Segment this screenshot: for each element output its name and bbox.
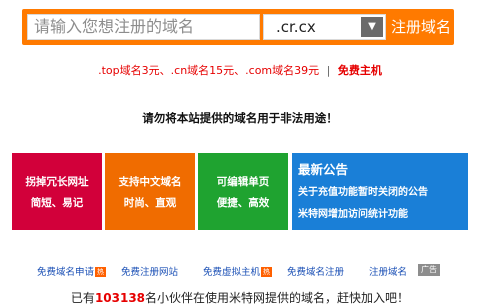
chevron-down-icon[interactable]: ▼ <box>361 17 383 37</box>
link-free-site-register[interactable]: 免费注册网站 <box>121 264 178 278</box>
tile-title: 支持中文域名 <box>118 176 182 188</box>
link-register-domain[interactable]: 注册域名 <box>369 264 407 278</box>
register-domain-button[interactable]: 注册域名 <box>388 9 454 45</box>
tile-subtitle: 便捷、高效 <box>216 197 270 209</box>
news-panel: 最新公告 关于充值功能暂时关闭的公告 米特网增加访问统计功能 <box>292 153 468 230</box>
user-count-line: 已有103138名小伙伴在使用米特网提供的域名，赶快加入吧！ <box>0 289 480 306</box>
link-free-virtual-host[interactable]: 免费虚拟主机热 <box>203 264 273 278</box>
promo-prices-link[interactable]: .top域名3元、.cn域名15元、.com域名39元 <box>98 64 319 77</box>
domain-search-input[interactable]: 请输入您想注册的域名 <box>27 14 260 40</box>
hot-badge-icon: 热 <box>95 267 107 277</box>
ad-badge: 广告 <box>418 264 440 276</box>
promo-line: .top域名3元、.cn域名15元、.com域名39元 | 免费主机 <box>0 62 480 78</box>
hot-badge-icon: 热 <box>261 267 273 277</box>
tile-title: 拐掉冗长网址 <box>25 176 89 188</box>
tile-subtitle: 简短、易记 <box>30 197 84 209</box>
link-free-domain-apply[interactable]: 免费域名申请热 <box>37 264 107 278</box>
footer-links: 免费域名申请热 免费注册网站 免费虚拟主机热 免费域名注册 注册域名 广告 <box>0 264 480 278</box>
feature-tile-chinese-domain[interactable]: 支持中文域名 时尚、直观 <box>105 153 195 230</box>
free-host-link[interactable]: 免费主机 <box>338 64 382 77</box>
news-item[interactable]: 关于充值功能暂时关闭的公告 <box>298 183 428 198</box>
count-suffix: 名小伙伴在使用米特网提供的域名，赶快加入吧！ <box>145 291 410 305</box>
promo-separator: | <box>326 64 331 77</box>
tile-title: 可编辑单页 <box>216 176 270 188</box>
link-free-domain-register[interactable]: 免费域名注册 <box>287 264 344 278</box>
count-prefix: 已有 <box>70 291 95 305</box>
feature-tile-single-page[interactable]: 可编辑单页 便捷、高效 <box>198 153 288 230</box>
news-item[interactable]: 米特网增加访问统计功能 <box>298 205 408 220</box>
news-title: 最新公告 <box>298 162 349 177</box>
user-count: 103138 <box>94 291 146 305</box>
tile-subtitle: 时尚、直观 <box>123 197 177 209</box>
feature-tile-short-url[interactable]: 拐掉冗长网址 简短、易记 <box>12 153 102 230</box>
tld-select[interactable]: .cr.cx ▼ <box>263 14 386 40</box>
tld-selected-value: .cr.cx <box>276 18 316 36</box>
legal-warning: 请勿将本站提供的域名用于非法用途！ <box>142 111 338 125</box>
domain-search-bar: 请输入您想注册的域名 .cr.cx ▼ 注册域名 <box>22 9 454 45</box>
